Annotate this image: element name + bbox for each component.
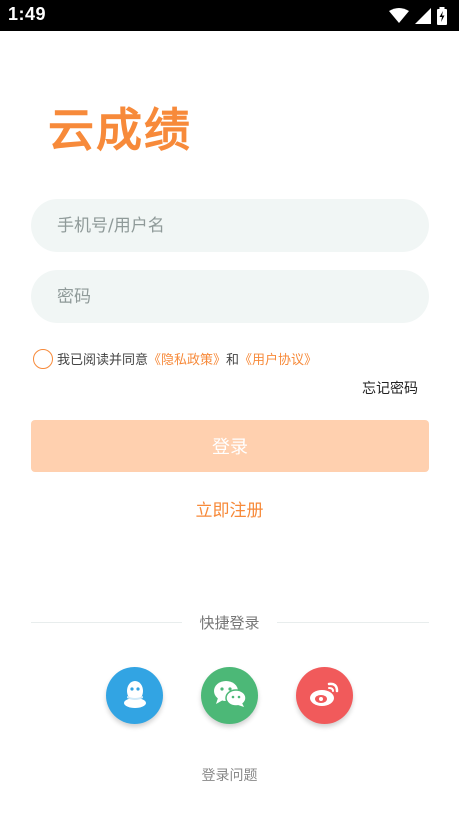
- weibo-icon: [309, 680, 341, 712]
- agreement-conjunction: 和: [226, 353, 240, 368]
- status-icons: [389, 6, 447, 26]
- wechat-login-button[interactable]: [201, 667, 258, 724]
- agreement-prefix: 我已阅读并同意: [57, 353, 149, 368]
- privacy-policy-link[interactable]: 《隐私政策》: [148, 349, 226, 368]
- forgot-password-link[interactable]: 忘记密码: [362, 378, 418, 398]
- phone-username-input[interactable]: [31, 199, 429, 252]
- agreement-checkbox[interactable]: [33, 348, 53, 369]
- login-issue-link[interactable]: 登录问题: [0, 765, 459, 785]
- user-agreement-link[interactable]: 《用户协议》: [239, 349, 317, 368]
- battery-charging-icon: [437, 7, 447, 25]
- register-link[interactable]: 立即注册: [0, 496, 459, 521]
- login-button[interactable]: 登录: [31, 420, 429, 472]
- divider-right: [277, 622, 429, 623]
- weibo-login-button[interactable]: [296, 667, 353, 724]
- qq-icon: [122, 679, 148, 713]
- app-logo: 云成绩: [48, 103, 192, 157]
- agreement-row: 我已阅读并同意 《隐私政策》 和 《用户协议》: [33, 348, 317, 369]
- status-bar: 1:49: [0, 0, 459, 31]
- wifi-icon: [389, 8, 409, 24]
- signal-icon: [415, 8, 431, 24]
- password-input[interactable]: [31, 270, 429, 323]
- wechat-icon: [213, 680, 247, 712]
- status-time: 1:49: [8, 4, 47, 24]
- qq-login-button[interactable]: [106, 667, 163, 724]
